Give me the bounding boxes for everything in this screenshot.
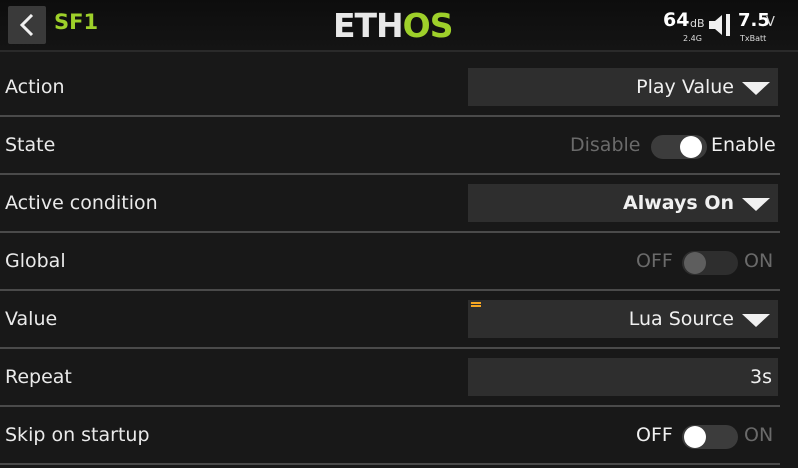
chevron-left-icon (19, 14, 34, 36)
back-button[interactable] (8, 6, 46, 44)
value-value: Lua Source (628, 308, 734, 330)
top-bar: SF1 ETHOS 64 dB 2.4G 7.5 V TxBatt (0, 0, 798, 52)
state-label: State (5, 134, 56, 156)
repeat-label: Repeat (5, 366, 72, 388)
speaker-icon[interactable] (707, 12, 733, 38)
global-toggle[interactable] (682, 251, 738, 275)
row-state: State Disable Enable (0, 117, 798, 175)
global-off-label: OFF (636, 250, 673, 272)
state-disable-label: Disable (570, 134, 641, 156)
global-on-label: ON (744, 250, 774, 272)
active-condition-value: Always On (623, 192, 734, 214)
page-title: SF1 (54, 10, 99, 34)
repeat-value: 3s (750, 366, 772, 388)
divider (0, 463, 780, 465)
state-enable-label: Enable (711, 134, 776, 156)
action-value: Play Value (636, 76, 734, 98)
active-condition-dropdown[interactable]: Always On (468, 184, 778, 222)
action-dropdown[interactable]: Play Value (468, 68, 778, 106)
value-dropdown[interactable]: Lua Source (468, 300, 778, 338)
row-global: Global OFF ON (0, 233, 798, 291)
skip-off-label: OFF (636, 424, 673, 446)
row-repeat: Repeat 3s (0, 349, 798, 407)
row-value: Value Lua Source (0, 291, 798, 349)
toggle-knob (680, 136, 702, 158)
state-toggle[interactable] (651, 135, 707, 159)
dropdown-arrow-icon (742, 314, 770, 327)
action-label: Action (5, 76, 65, 98)
skip-on-label: ON (744, 424, 774, 446)
dropdown-arrow-icon (742, 82, 770, 95)
battery-unit: V (766, 15, 775, 30)
repeat-field[interactable]: 3s (468, 358, 778, 396)
lua-source-icon (471, 302, 481, 310)
global-label: Global (5, 250, 66, 272)
value-label: Value (5, 308, 58, 330)
row-active-condition: Active condition Always On (0, 175, 798, 233)
battery-label: TxBatt (740, 34, 767, 43)
rssi-band: 2.4G (683, 34, 702, 43)
skip-on-startup-toggle[interactable] (682, 425, 738, 449)
ethos-logo: ETHOS (333, 6, 453, 45)
skip-on-startup-label: Skip on startup (5, 424, 150, 446)
active-condition-label: Active condition (5, 192, 158, 214)
rssi-unit: dB (690, 17, 705, 30)
toggle-knob (684, 426, 706, 448)
toggle-knob (684, 252, 706, 274)
row-skip-on-startup: Skip on startup OFF ON (0, 407, 798, 465)
row-action: Action Play Value (0, 59, 798, 117)
dropdown-arrow-icon (742, 198, 770, 211)
rssi-value: 64 (663, 9, 690, 31)
